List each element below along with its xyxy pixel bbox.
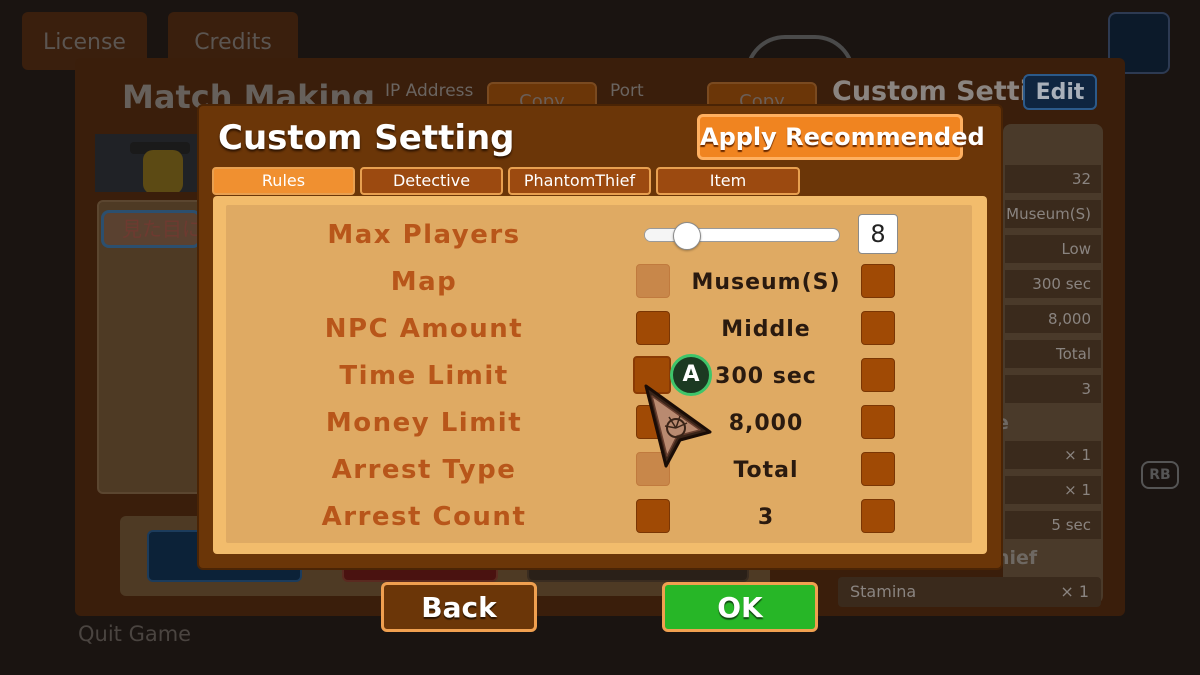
- character-icon: [143, 150, 183, 192]
- money-limit-next-button[interactable]: [861, 405, 895, 439]
- npc-amount-next-button[interactable]: [861, 311, 895, 345]
- max-players-label: Max Players: [327, 220, 521, 250]
- npc-amount-prev-button[interactable]: [636, 311, 670, 345]
- map-next-button[interactable]: [861, 264, 895, 298]
- time-limit-label: Time Limit: [339, 361, 509, 391]
- stamina-value: × 1: [1060, 582, 1089, 601]
- edit-button[interactable]: Edit: [1023, 74, 1097, 110]
- npc-amount-value: Middle: [721, 317, 811, 342]
- summary-row: 3: [1005, 375, 1101, 403]
- summary-row: 5 sec: [1005, 511, 1101, 539]
- stamina-row: Stamina × 1: [838, 577, 1101, 607]
- port-label: Port: [610, 81, 644, 101]
- map-value: Museum(S): [691, 270, 841, 295]
- tab-detective[interactable]: Detective: [360, 167, 503, 195]
- ip-address-label: IP Address: [385, 81, 474, 101]
- map-prev-button[interactable]: [636, 264, 670, 298]
- summary-row: 8,000: [1005, 305, 1101, 333]
- summary-row: Low: [1005, 235, 1101, 263]
- max-players-slider-handle[interactable]: [673, 222, 702, 250]
- apply-recommended-button[interactable]: Apply Recommended: [697, 114, 985, 160]
- summary-row: 300 sec: [1005, 270, 1101, 298]
- tab-item[interactable]: Item: [656, 167, 800, 195]
- rb-button-icon: RB: [1141, 461, 1179, 489]
- appearance-button[interactable]: 見た目に: [101, 210, 201, 248]
- pointer-cursor-icon: [644, 384, 712, 468]
- arrest-count-label: Arrest Count: [321, 502, 527, 532]
- dialog-title: Custom Setting: [218, 118, 515, 158]
- tab-rules[interactable]: Rules: [212, 167, 355, 195]
- summary-row: × 1: [1005, 476, 1101, 504]
- npc-amount-label: NPC Amount: [324, 314, 524, 344]
- arrest-count-value: 3: [757, 505, 775, 530]
- arrest-count-next-button[interactable]: [861, 499, 895, 533]
- summary-row: Total: [1005, 340, 1101, 368]
- quit-game-button[interactable]: Quit Game: [78, 622, 191, 646]
- tab-phantomthief[interactable]: PhantomThief: [508, 167, 651, 195]
- player-avatar: [95, 134, 203, 192]
- summary-row: Museum(S): [1005, 200, 1101, 228]
- map-label: Map: [390, 267, 458, 297]
- money-limit-label: Money Limit: [325, 408, 523, 438]
- max-players-value[interactable]: 8: [858, 214, 898, 254]
- ok-button[interactable]: OK: [662, 582, 818, 632]
- arrest-type-next-button[interactable]: [861, 452, 895, 486]
- back-button[interactable]: Back: [381, 582, 537, 632]
- time-limit-next-button[interactable]: [861, 358, 895, 392]
- stamina-label: Stamina: [850, 582, 917, 601]
- summary-row: × 1: [1005, 441, 1101, 469]
- arrest-count-prev-button[interactable]: [636, 499, 670, 533]
- arrest-type-label: Arrest Type: [331, 455, 517, 485]
- summary-row: 32: [1005, 165, 1101, 193]
